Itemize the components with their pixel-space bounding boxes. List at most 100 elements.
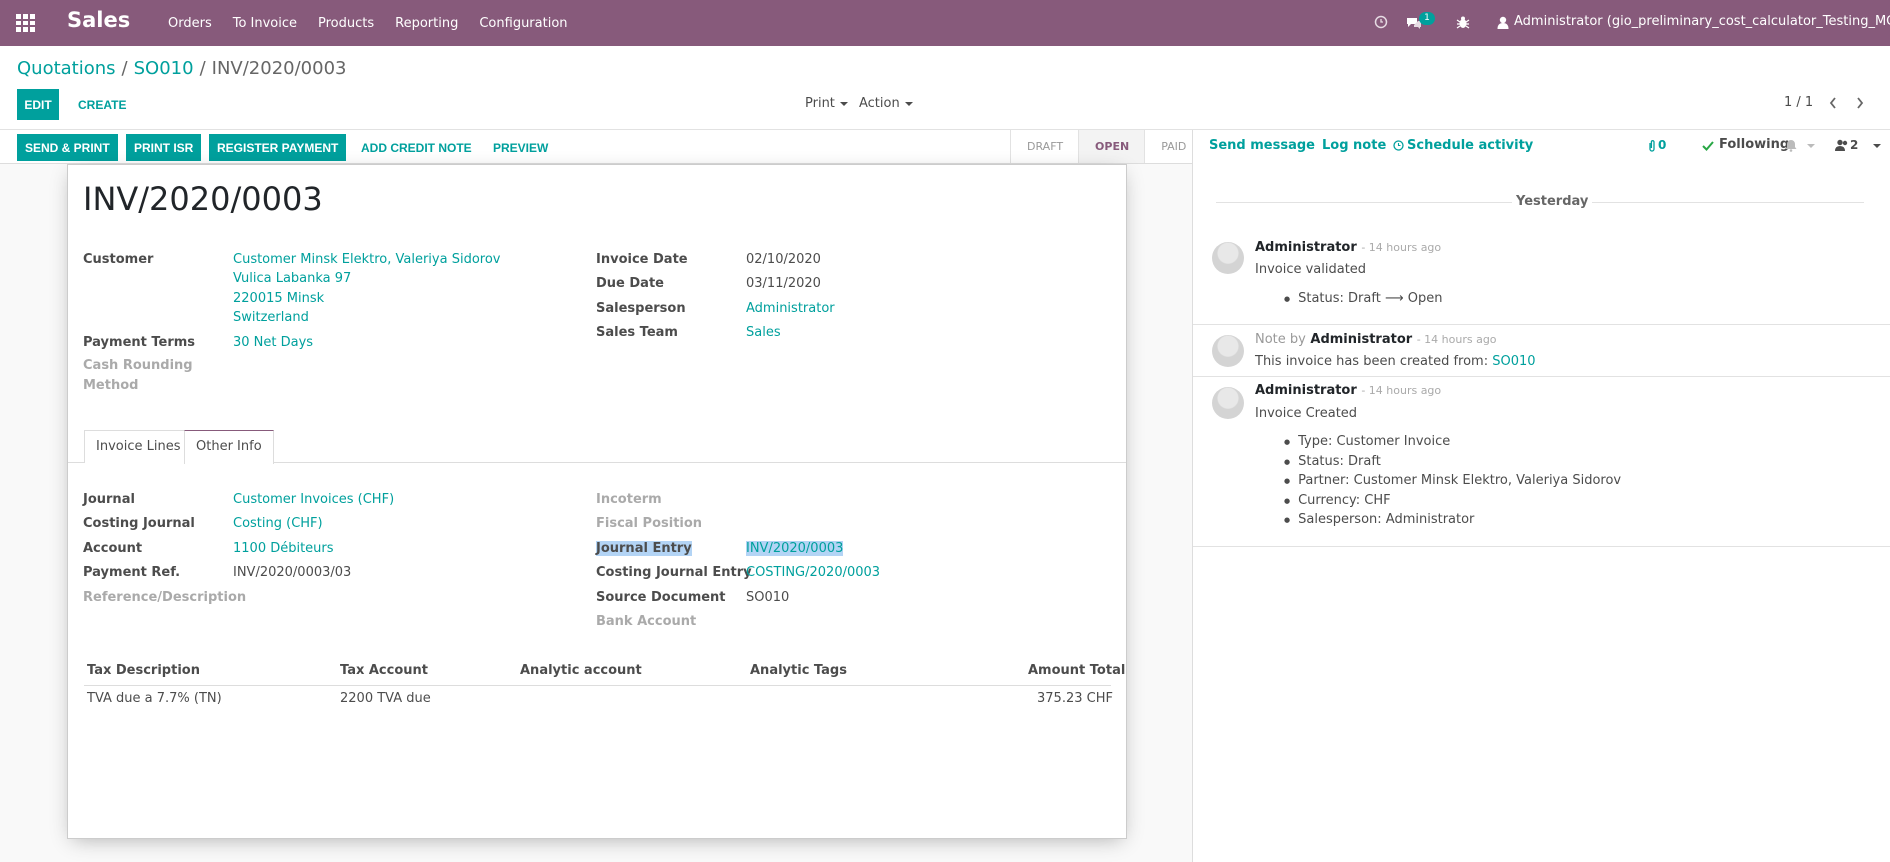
message-divider xyxy=(1193,546,1890,547)
costing-journal-entry-value[interactable]: COSTING/2020/0003 xyxy=(746,565,880,580)
caret-down-icon xyxy=(839,101,848,106)
invoice-date-value: 02/10/2020 xyxy=(746,252,821,267)
attachments-count[interactable]: 0 xyxy=(1658,138,1666,152)
clock-icon[interactable] xyxy=(1374,15,1388,29)
tax-header-description[interactable]: Tax Description xyxy=(87,663,200,678)
avatar[interactable] xyxy=(1212,387,1244,419)
menu-to-invoice[interactable]: To Invoice xyxy=(233,16,297,31)
breadcrumb: Quotations / SO010/INV/2020/0003 xyxy=(17,58,347,79)
tax-header-analytic-tags[interactable]: Analytic Tags xyxy=(750,663,847,678)
reference-description-label: Reference/Description xyxy=(83,590,247,605)
due-date-label: Due Date xyxy=(596,276,664,291)
tab-invoice-lines[interactable]: Invoice Lines xyxy=(84,430,193,463)
register-payment-button[interactable]: REGISTER PAYMENT xyxy=(209,134,347,161)
date-separator: Yesterday xyxy=(1512,194,1593,209)
tax-header-account[interactable]: Tax Account xyxy=(340,663,428,678)
print-dropdown[interactable]: Print xyxy=(805,96,848,111)
add-credit-note-button[interactable]: ADD CREDIT NOTE xyxy=(353,134,480,161)
payment-terms-value[interactable]: 30 Net Days xyxy=(233,335,313,350)
bell-icon[interactable] xyxy=(1785,139,1797,152)
tax-header-analytic-account[interactable]: Analytic account xyxy=(520,663,642,678)
avatar[interactable] xyxy=(1212,242,1244,274)
journal-label: Journal xyxy=(83,492,135,507)
print-dropdown-label: Print xyxy=(805,96,835,111)
message-tracking-value: Salesperson: Administrator xyxy=(1284,512,1474,527)
tax-row-description: TVA due a 7.7% (TN) xyxy=(87,691,222,706)
send-print-button[interactable]: SEND & PRINT xyxy=(17,134,118,161)
paperclip-icon xyxy=(1649,140,1655,152)
customer-country[interactable]: Switzerland xyxy=(233,310,309,325)
source-order-link[interactable]: SO010 xyxy=(1492,354,1535,369)
chevron-right-icon[interactable] xyxy=(1855,96,1865,110)
tax-header-amount-total[interactable]: Amount Total xyxy=(1028,663,1125,678)
customer-street[interactable]: Vulica Labanka 97 xyxy=(233,271,351,286)
breadcrumb-quotations[interactable]: Quotations xyxy=(17,58,116,79)
message-time: - 14 hours ago xyxy=(1416,333,1497,346)
menu-reporting[interactable]: Reporting xyxy=(395,16,458,31)
tab-other-info[interactable]: Other Info xyxy=(184,430,274,464)
message-divider xyxy=(1193,324,1890,325)
journal-entry-value[interactable]: INV/2020/0003 xyxy=(746,541,844,556)
costing-journal-value[interactable]: Costing (CHF) xyxy=(233,516,323,531)
user-icon xyxy=(1497,16,1509,29)
message-body: Invoice validated xyxy=(1255,262,1367,277)
caret-down-icon xyxy=(904,101,913,106)
payment-ref-label: Payment Ref. xyxy=(83,565,181,580)
stage-open: OPEN xyxy=(1078,130,1145,163)
app-brand[interactable]: Sales xyxy=(67,8,130,32)
main-menu: Orders To Invoice Products Reporting Con… xyxy=(168,0,589,46)
form-statusbar: SEND & PRINT PRINT ISR REGISTER PAYMENT … xyxy=(0,130,1192,164)
caret-down-icon[interactable] xyxy=(1807,144,1815,148)
costing-journal-entry-label: Costing Journal Entry xyxy=(596,565,752,580)
following-button[interactable]: Following xyxy=(1719,137,1789,152)
chevron-left-icon[interactable] xyxy=(1828,96,1838,110)
message-body: This invoice has been created from: xyxy=(1255,354,1489,369)
message-divider xyxy=(1193,376,1890,377)
breadcrumb-current: INV/2020/0003 xyxy=(211,58,347,79)
breadcrumb-so010[interactable]: SO010 xyxy=(134,58,194,79)
cash-rounding-label-line2: Method xyxy=(83,378,139,393)
menu-configuration[interactable]: Configuration xyxy=(479,16,567,31)
preview-button[interactable]: PREVIEW xyxy=(485,134,556,161)
customer-name[interactable]: Customer Minsk Elektro, Valeriya Sidorov xyxy=(233,252,501,267)
journal-entry-label: Journal Entry xyxy=(596,541,692,556)
action-dropdown[interactable]: Action xyxy=(859,96,913,111)
send-message-button[interactable]: Send message xyxy=(1209,138,1315,153)
print-isr-button[interactable]: PRINT ISR xyxy=(126,134,202,161)
message-author[interactable]: Administrator xyxy=(1310,332,1412,347)
incoterm-label: Incoterm xyxy=(596,492,662,507)
message-tracking-value: Currency: CHF xyxy=(1284,493,1390,508)
pager-value[interactable]: 1 / 1 xyxy=(1784,95,1813,110)
customer-city[interactable]: 220015 Minsk xyxy=(233,291,324,306)
user-menu[interactable]: Administrator (gio_preliminary_cost_calc… xyxy=(1514,14,1890,29)
payment-ref-value: INV/2020/0003/03 xyxy=(233,565,352,580)
followers-count[interactable]: 2 xyxy=(1850,138,1858,152)
message-tracking-value: Status: Draft xyxy=(1284,454,1381,469)
sales-team-label: Sales Team xyxy=(596,325,678,340)
avatar[interactable] xyxy=(1212,335,1244,367)
stage-draft: DRAFT xyxy=(1010,130,1078,163)
create-button[interactable]: CREATE xyxy=(70,89,134,120)
salesperson-value[interactable]: Administrator xyxy=(746,301,835,316)
source-document-label: Source Document xyxy=(596,590,726,605)
log-note-button[interactable]: Log note xyxy=(1322,138,1386,153)
journal-value[interactable]: Customer Invoices (CHF) xyxy=(233,492,394,507)
caret-down-icon[interactable] xyxy=(1873,144,1881,148)
customer-label: Customer xyxy=(83,252,154,267)
invoice-title: INV/2020/0003 xyxy=(83,180,323,218)
menu-orders[interactable]: Orders xyxy=(168,16,212,31)
action-dropdown-label: Action xyxy=(859,96,900,111)
message-author[interactable]: Administrator xyxy=(1255,240,1357,255)
menu-products[interactable]: Products xyxy=(318,16,374,31)
fiscal-position-label: Fiscal Position xyxy=(596,516,703,531)
schedule-activity-button[interactable]: Schedule activity xyxy=(1407,138,1533,153)
note-prefix: Note by xyxy=(1255,332,1306,347)
bug-icon[interactable] xyxy=(1456,15,1470,30)
sales-team-value[interactable]: Sales xyxy=(746,325,781,340)
apps-grid-icon[interactable] xyxy=(16,14,36,32)
cash-rounding-label: Cash Rounding xyxy=(83,358,193,373)
account-value[interactable]: 1100 Débiteurs xyxy=(233,541,334,556)
message-author[interactable]: Administrator xyxy=(1255,383,1357,398)
edit-button[interactable]: EDIT xyxy=(17,89,59,120)
message-tracking-value: Partner: Customer Minsk Elektro, Valeriy… xyxy=(1284,473,1621,488)
